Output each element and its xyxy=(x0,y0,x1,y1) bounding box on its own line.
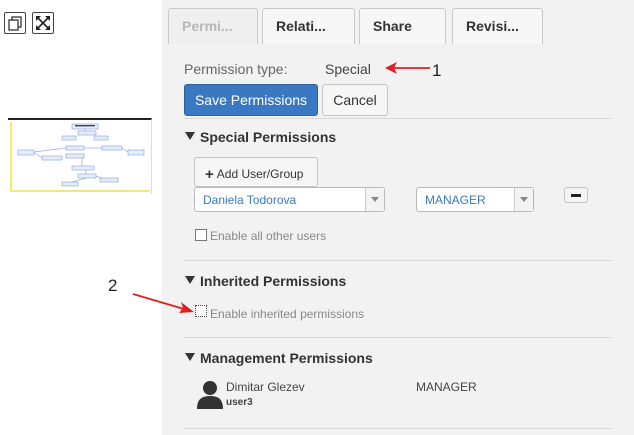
annotation-number-1: 1 xyxy=(432,61,442,80)
chevron-down-icon xyxy=(365,188,384,211)
chevron-down-icon xyxy=(514,188,533,211)
management-username: user3 xyxy=(226,397,253,408)
save-permissions-button[interactable]: Save Permissions xyxy=(184,84,318,116)
tab-relations[interactable]: Relati... xyxy=(262,8,355,44)
divider xyxy=(184,428,612,429)
caret-down-icon xyxy=(185,132,195,140)
user-avatar-icon xyxy=(196,379,224,409)
enable-inherited-checkbox[interactable] xyxy=(195,305,207,317)
tab-share[interactable]: Share xyxy=(359,8,446,44)
enable-all-users-label: Enable all other users xyxy=(210,229,327,243)
annotation-number-2: 2 xyxy=(108,276,118,295)
permission-type-value: Special xyxy=(325,61,371,77)
caret-down-icon xyxy=(185,353,195,361)
management-role: MANAGER xyxy=(416,380,477,394)
user-select[interactable]: Daniela Todorova xyxy=(194,187,385,212)
window-restore-icon[interactable] xyxy=(4,12,26,34)
special-permissions-header[interactable]: Special Permissions xyxy=(185,129,337,145)
role-select-value: MANAGER xyxy=(425,193,486,207)
plus-icon: + xyxy=(205,166,214,183)
caret-down-icon xyxy=(185,276,195,284)
management-user-name: Dimitar Glezev xyxy=(226,380,305,394)
special-permissions-title: Special Permissions xyxy=(200,129,337,145)
divider xyxy=(184,337,612,338)
thumbnail-viewport xyxy=(10,122,150,192)
add-user-group-button[interactable]: + Add User/Group xyxy=(194,157,318,187)
enable-all-users-checkbox[interactable] xyxy=(195,229,207,241)
inherited-permissions-title: Inherited Permissions xyxy=(200,273,347,289)
divider xyxy=(184,118,612,119)
role-select[interactable]: MANAGER xyxy=(416,187,534,212)
preview-pane xyxy=(0,0,162,435)
cancel-button[interactable]: Cancel xyxy=(322,84,388,116)
user-select-value: Daniela Todorova xyxy=(203,193,297,207)
expand-arrows-icon[interactable] xyxy=(32,12,54,34)
management-permissions-header[interactable]: Management Permissions xyxy=(185,350,373,366)
tab-revisions[interactable]: Revisi... xyxy=(452,8,543,44)
management-permissions-title: Management Permissions xyxy=(200,350,373,366)
inherited-permissions-header[interactable]: Inherited Permissions xyxy=(185,273,347,289)
annotation-arrow-2 xyxy=(132,293,194,313)
minus-icon xyxy=(571,194,581,197)
enable-inherited-label: Enable inherited permissions xyxy=(210,307,365,321)
add-user-group-label: Add User/Group xyxy=(216,167,304,181)
permission-type-label: Permission type: xyxy=(184,61,288,77)
tab-permissions[interactable]: Permi... xyxy=(168,8,258,44)
annotation-arrow-1 xyxy=(385,62,430,74)
process-diagram-thumbnail[interactable] xyxy=(8,118,152,194)
remove-row-button[interactable] xyxy=(564,187,588,203)
divider xyxy=(184,260,612,261)
